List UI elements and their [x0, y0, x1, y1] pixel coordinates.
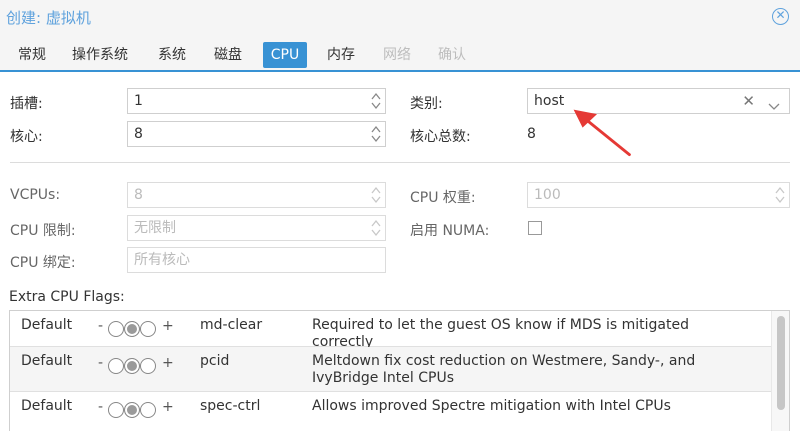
flag-name: pcid [200, 353, 230, 369]
sockets-value: 1 [134, 93, 143, 109]
sockets-field[interactable]: 1 [127, 88, 386, 114]
total-cores-label: 核心总数: [410, 129, 471, 145]
tab-os[interactable]: 操作系统 [66, 42, 134, 68]
chevron-down-icon[interactable] [768, 96, 780, 110]
radio-on-icon[interactable] [140, 321, 156, 337]
vcpus-value: 8 [134, 187, 143, 203]
spinner-arrows-icon [371, 219, 381, 237]
minus-sign: - [98, 318, 104, 334]
spinner-arrows-icon [371, 186, 381, 204]
numa-checkbox[interactable] [528, 221, 542, 235]
clear-icon[interactable]: ✕ [742, 89, 755, 113]
red-arrow-icon [573, 109, 631, 157]
flag-name: spec-ctrl [200, 398, 261, 414]
tab-system[interactable]: 系统 [152, 42, 192, 68]
type-value: host [534, 93, 565, 109]
radio-off-icon[interactable] [108, 321, 124, 337]
cpu-weight-value: 100 [534, 187, 561, 203]
spinner-arrows-icon[interactable] [371, 92, 381, 110]
radio-off-icon[interactable] [108, 402, 124, 418]
cpu-affinity-label: CPU 绑定: [10, 255, 76, 271]
spinner-arrows-icon[interactable] [371, 125, 381, 143]
tri-state-toggle[interactable]: - + [98, 318, 178, 337]
vertical-scrollbar[interactable] [771, 311, 789, 431]
tri-state-toggle[interactable]: - + [98, 355, 178, 374]
radio-default-icon[interactable] [124, 402, 140, 418]
flag-description: Meltdown fix cost reduction on Westmere,… [312, 353, 696, 386]
cpu-panel: 插槽: 1 类别: host ✕ 核心: 8 核心总数: 8 VCPUs: 8 … [0, 72, 800, 431]
close-icon[interactable]: ✕ [772, 8, 789, 25]
title-bar: 创建: 虚拟机 ✕ [0, 0, 800, 36]
tab-bar: 常规 操作系统 系统 磁盘 CPU 内存 网络 确认 [0, 42, 800, 70]
scroll-thumb[interactable] [777, 316, 785, 410]
cpu-flags-grid: Default - + md-clear Required to let the… [9, 310, 790, 431]
type-label: 类别: [410, 96, 443, 112]
table-row[interactable]: Default - + md-clear Required to let the… [10, 311, 772, 350]
flag-state: Default [21, 317, 73, 333]
flag-name: md-clear [200, 317, 263, 333]
tab-disk[interactable]: 磁盘 [208, 42, 248, 68]
radio-on-icon[interactable] [140, 402, 156, 418]
radio-default-icon[interactable] [124, 358, 140, 374]
vcpus-label: VCPUs: [10, 187, 61, 203]
flag-description: Allows improved Spectre mitigation with … [312, 398, 671, 414]
radio-off-icon[interactable] [108, 358, 124, 374]
tab-confirm: 确认 [438, 47, 466, 63]
tab-network: 网络 [383, 47, 411, 63]
radio-default-icon[interactable] [124, 321, 140, 337]
window-title: 创建: 虚拟机 [6, 9, 91, 27]
plus-sign: + [162, 318, 174, 334]
sockets-label: 插槽: [10, 96, 43, 112]
plus-sign: + [162, 399, 174, 415]
table-row[interactable]: Default - + spec-ctrl Allows improved Sp… [10, 392, 772, 431]
tab-general[interactable]: 常规 [12, 42, 52, 68]
cores-value: 8 [134, 126, 143, 142]
cpu-affinity-placeholder: 所有核心 [134, 252, 190, 268]
total-cores-value: 8 [527, 126, 536, 142]
cpu-limit-field: 无限制 [127, 215, 386, 241]
flag-description: Required to let the guest OS know if MDS… [312, 317, 690, 350]
section-divider [10, 162, 790, 163]
cpu-weight-field: 100 [527, 182, 790, 208]
flag-state: Default [21, 398, 73, 414]
plus-sign: + [162, 355, 174, 371]
spinner-arrows-icon [775, 186, 785, 204]
cpu-limit-label: CPU 限制: [10, 223, 76, 239]
minus-sign: - [98, 399, 104, 415]
cores-field[interactable]: 8 [127, 121, 386, 147]
cpu-affinity-field: 所有核心 [127, 247, 386, 273]
tab-cpu[interactable]: CPU [263, 42, 307, 68]
flag-state: Default [21, 353, 73, 369]
create-vm-dialog: 创建: 虚拟机 ✕ 常规 操作系统 系统 磁盘 CPU 内存 网络 确认 插槽:… [0, 0, 800, 431]
cores-label: 核心: [10, 129, 43, 145]
vcpus-field: 8 [127, 182, 386, 208]
cpu-limit-placeholder: 无限制 [134, 220, 176, 236]
numa-label: 启用 NUMA: [410, 223, 490, 239]
tab-memory[interactable]: 内存 [321, 42, 361, 68]
type-combobox[interactable]: host ✕ [527, 88, 790, 114]
tri-state-toggle[interactable]: - + [98, 399, 178, 418]
table-row[interactable]: Default - + pcid Meltdown fix cost reduc… [10, 347, 772, 392]
cpu-weight-label: CPU 权重: [410, 190, 476, 206]
minus-sign: - [98, 355, 104, 371]
extra-cpu-flags-label: Extra CPU Flags: [9, 289, 125, 305]
radio-on-icon[interactable] [140, 358, 156, 374]
